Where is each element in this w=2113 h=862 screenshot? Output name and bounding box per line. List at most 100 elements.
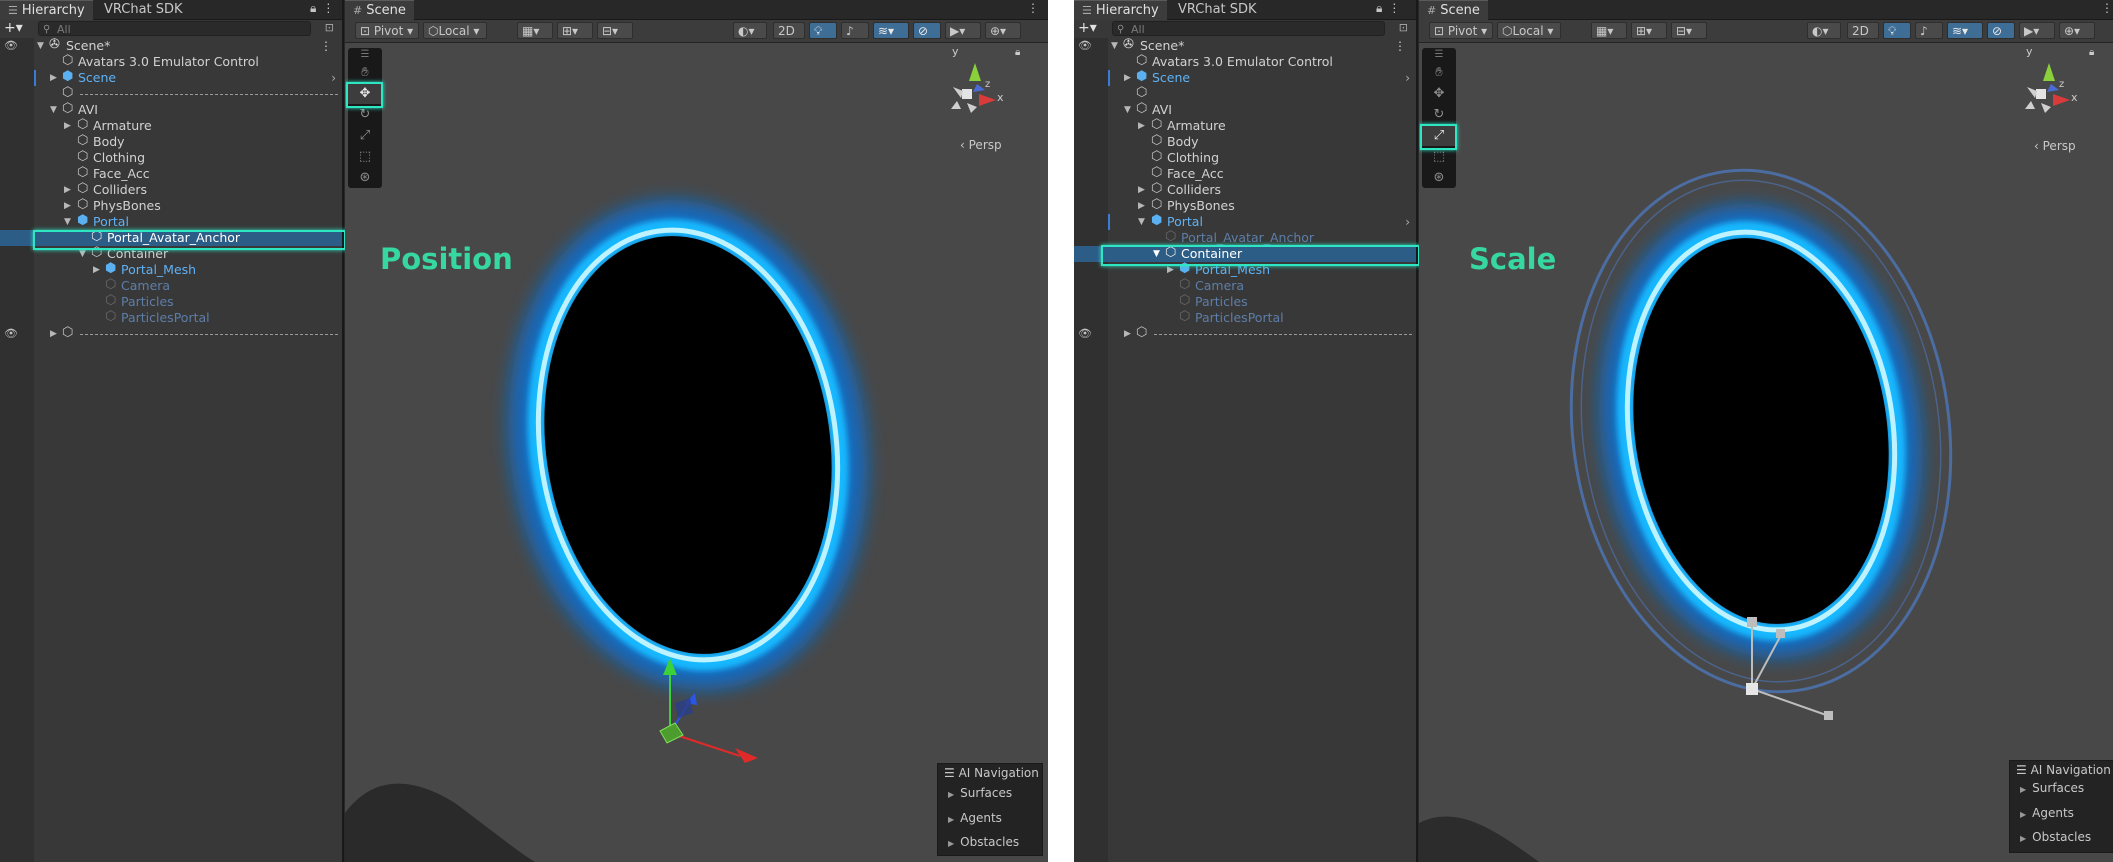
expand-arrow-icon[interactable]: ▶ (64, 118, 71, 134)
nav-item-agents[interactable]: ▶ Agents (2020, 806, 2074, 820)
expand-arrow-icon[interactable]: ▼ (37, 38, 44, 54)
chevron-right-icon[interactable]: › (1405, 214, 1410, 230)
tree-row-clothing[interactable]: ⬡ Clothing (1074, 150, 1416, 166)
lock-icon[interactable]: 🔒︎ (1015, 47, 1020, 58)
expand-arrow-icon[interactable]: ▶ (64, 198, 71, 214)
tab-scene[interactable]: # Scene (1419, 0, 1488, 20)
tree-row-separator-2[interactable]: 👁︎ ▶ ⬡ (0, 326, 342, 342)
tree-row-portal[interactable]: ▼ ⬢ Portal › (1074, 214, 1416, 230)
align-button[interactable]: ⊟▾ (1671, 22, 1707, 39)
tree-row-colliders[interactable]: ▶ ⬡ Colliders (1074, 182, 1416, 198)
tree-row-portal[interactable]: ▼ ⬢ Portal (0, 214, 342, 230)
tree-row-emulator[interactable]: ⬡ Avatars 3.0 Emulator Control (1074, 54, 1416, 70)
expand-arrow-icon[interactable]: ▶ (1138, 118, 1145, 134)
hand-icon[interactable]: ✋︎ (348, 62, 382, 83)
scene-viewport[interactable]: ☰ ✋︎ ✥ ↻ ⤢ ⬚ ⊛ y x z 🔒︎ ‹ Persp Position… (345, 43, 1048, 862)
tab-scene[interactable]: # Scene (345, 0, 414, 20)
hidden-toggle[interactable]: ⊘ (1987, 22, 2015, 39)
draw-mode-button[interactable]: ◐▾ (1807, 22, 1841, 39)
add-button[interactable]: +▾ (4, 21, 23, 36)
kebab-icon[interactable]: ⋮ (1388, 1, 1406, 15)
ai-navigation-overlay[interactable]: ☰ AI Navigation ▶ Surfaces ▶ Agents ▶ Obsta… (2009, 760, 2113, 853)
camera-dropdown[interactable]: ▶▾ (945, 22, 981, 39)
tree-row-separator[interactable]: ⬡ (1074, 86, 1416, 102)
expand-arrow-icon[interactable]: ▶ (50, 70, 57, 86)
lock-icon[interactable]: 🔒︎ (2089, 47, 2094, 58)
tree-row-separator-2[interactable]: 👁︎ ▶ ⬡ (1074, 326, 1416, 342)
ai-navigation-overlay[interactable]: ☰ AI Navigation ▶ Surfaces ▶ Agents ▶ Obsta… (937, 763, 1043, 856)
lighting-toggle[interactable]: 💡︎ (809, 22, 837, 39)
chevron-right-icon[interactable]: › (331, 70, 336, 86)
tree-row-camera[interactable]: ⬡ Camera (0, 278, 342, 294)
tree-row-face-acc[interactable]: ⬡ Face_Acc (1074, 166, 1416, 182)
kebab-icon[interactable]: ⋮ (322, 1, 340, 15)
palette-handle-icon[interactable]: ☰ (348, 48, 382, 62)
effects-dropdown[interactable]: ≋▾ (873, 22, 909, 39)
pivot-dropdown[interactable]: ⊡ Pivot ▾ (355, 22, 419, 39)
transform-icon[interactable]: ⊛ (348, 167, 382, 188)
audio-toggle[interactable]: ♪ (1915, 22, 1943, 39)
tab-hierarchy[interactable]: ☰ Hierarchy (0, 0, 93, 20)
eye-icon[interactable]: 👁︎ (1078, 38, 1092, 54)
expand-arrow-icon[interactable]: ▶ (64, 182, 71, 198)
move-icon[interactable]: ✥ (1422, 83, 1456, 104)
expand-arrow-icon[interactable]: ▼ (1111, 38, 1118, 54)
nav-item-obstacles[interactable]: ▶ Obstacles (2020, 830, 2091, 844)
align-button[interactable]: ⊟▾ (597, 22, 633, 39)
persp-label[interactable]: ‹ Persp (960, 138, 1002, 152)
tree-row-particles[interactable]: ⬡ Particles (0, 294, 342, 310)
tree-row-avi[interactable]: ▼ ⬡ AVI (1074, 102, 1416, 118)
tree-row-camera[interactable]: ⬡ Camera (1074, 278, 1416, 294)
tree-row-scene[interactable]: 👁︎ ▼ ✇ Scene* ⋮ (1074, 38, 1416, 54)
pivot-dropdown[interactable]: ⊡ Pivot ▾ (1429, 22, 1493, 39)
palette-handle-icon[interactable]: ☰ (1422, 48, 1456, 62)
eye-icon[interactable]: 👁︎ (4, 38, 18, 54)
tree-row-scene[interactable]: 👁︎ ▼ ✇ Scene* ⋮ (0, 38, 342, 54)
add-button[interactable]: +▾ (1078, 21, 1097, 36)
tree-row-physbones[interactable]: ▶ ⬡ PhysBones (1074, 198, 1416, 214)
kebab-icon[interactable]: ⋮ (320, 38, 332, 54)
audio-toggle[interactable]: ♪ (841, 22, 869, 39)
search-filter-icon[interactable]: ⊡ (325, 21, 334, 34)
tree-row-clothing[interactable]: ⬡ Clothing (0, 150, 342, 166)
expand-arrow-icon[interactable]: ▼ (1138, 214, 1145, 230)
tree-row-particles-portal[interactable]: ⬡ ParticlesPortal (1074, 310, 1416, 326)
camera-dropdown[interactable]: ▶▾ (2019, 22, 2055, 39)
tree-row-scene-item[interactable]: ▶ ⬢ Scene › (1074, 70, 1416, 86)
nav-item-surfaces[interactable]: ▶ Surfaces (948, 786, 1012, 800)
lock-icon[interactable]: 🔒︎ (310, 1, 322, 15)
persp-label[interactable]: ‹ Persp (2034, 139, 2076, 153)
search-input[interactable]: ⚲ All (38, 21, 311, 36)
grid-snap-button[interactable]: ▦▾ (1591, 22, 1627, 39)
2d-toggle[interactable]: 2D (773, 22, 805, 39)
expand-arrow-icon[interactable]: ▶ (1138, 182, 1145, 198)
tree-row-colliders[interactable]: ▶ ⬡ Colliders (0, 182, 342, 198)
scene-viewport[interactable]: ☰ ✋︎ ✥ ↻ ⤢ ⬚ ⊛ y x z 🔒︎ ‹ Persp Scale ☰ … (1419, 43, 2113, 862)
local-dropdown[interactable]: ⬡Local ▾ (423, 22, 487, 39)
expand-arrow-icon[interactable]: ▶ (1124, 70, 1131, 86)
transform-icon[interactable]: ⊛ (1422, 167, 1456, 188)
tree-row-armature[interactable]: ▶ ⬡ Armature (0, 118, 342, 134)
tab-vrchat-sdk[interactable]: VRChat SDK (96, 0, 191, 19)
kebab-icon[interactable]: ⋮ (2101, 1, 2113, 15)
nav-item-surfaces[interactable]: ▶ Surfaces (2020, 781, 2084, 795)
increment-snap-button[interactable]: ⊞▾ (1631, 22, 1667, 39)
tree-row-particles[interactable]: ⬡ Particles (1074, 294, 1416, 310)
tree-row-body[interactable]: ⬡ Body (1074, 134, 1416, 150)
tree-row-portal-mesh[interactable]: ▶ ⬢ Portal_Mesh (0, 262, 342, 278)
scale-icon[interactable]: ⤢ (348, 125, 382, 146)
nav-item-obstacles[interactable]: ▶ Obstacles (948, 835, 1019, 849)
tree-row-scene-item[interactable]: ▶ ⬢ Scene › (0, 70, 342, 86)
hand-icon[interactable]: ✋︎ (1422, 62, 1456, 83)
expand-arrow-icon[interactable]: ▶ (1138, 198, 1145, 214)
lighting-toggle[interactable]: 💡︎ (1883, 22, 1911, 39)
expand-arrow-icon[interactable]: ▶ (93, 262, 100, 278)
kebab-icon[interactable]: ⋮ (1394, 38, 1406, 54)
nav-item-agents[interactable]: ▶ Agents (948, 811, 1002, 825)
2d-toggle[interactable]: 2D (1847, 22, 1879, 39)
effects-dropdown[interactable]: ≋▾ (1947, 22, 1983, 39)
eye-icon[interactable]: 👁︎ (4, 326, 18, 342)
tree-row-physbones[interactable]: ▶ ⬡ PhysBones (0, 198, 342, 214)
increment-snap-button[interactable]: ⊞▾ (557, 22, 593, 39)
chevron-right-icon[interactable]: › (1405, 70, 1410, 86)
